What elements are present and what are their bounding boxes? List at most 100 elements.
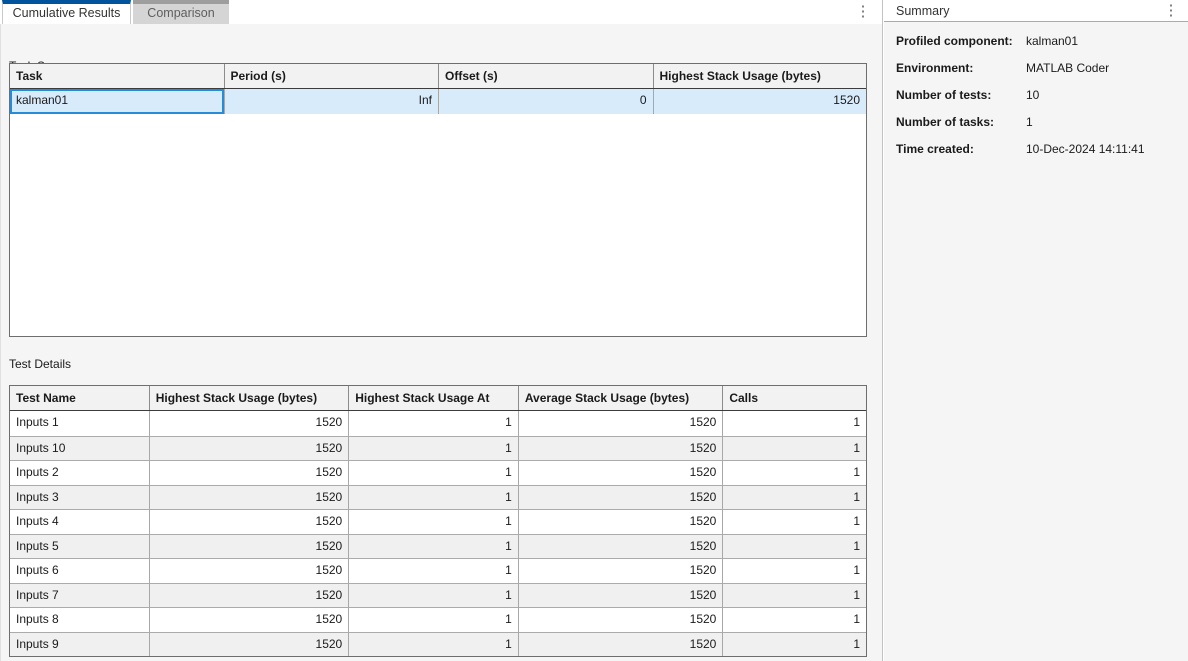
test-cell[interactable]: 1 <box>349 411 519 436</box>
test-cell[interactable]: 1520 <box>150 486 350 510</box>
test-cell[interactable]: 1 <box>723 411 866 436</box>
summary-field-value: MATLAB Coder <box>1026 61 1109 75</box>
summary-titlebar: Summary ⋮ <box>884 0 1188 22</box>
test-cell[interactable]: 1 <box>723 486 866 510</box>
test-row[interactable]: Inputs 61520115201 <box>10 558 866 583</box>
test-cell[interactable]: 1 <box>349 584 519 608</box>
kebab-menu-icon[interactable]: ⋮ <box>1162 2 1180 20</box>
summary-field-row: Number of tests:10 <box>896 88 1188 115</box>
test-cell[interactable]: Inputs 9 <box>10 633 150 657</box>
task-cell[interactable]: 1520 <box>654 89 867 114</box>
test-cell[interactable]: 1520 <box>519 486 724 510</box>
test-cell[interactable]: 1520 <box>519 535 724 559</box>
summary-field-row: Profiled component:kalman01 <box>896 34 1188 61</box>
summary-field-row: Environment:MATLAB Coder <box>896 61 1188 88</box>
test-cell[interactable]: 1520 <box>519 437 724 461</box>
test-row[interactable]: Inputs 21520115201 <box>10 460 866 485</box>
test-cell[interactable]: 1 <box>723 633 866 657</box>
test-details-column-header[interactable]: Calls <box>723 386 866 410</box>
test-cell[interactable]: 1 <box>723 437 866 461</box>
test-cell[interactable]: Inputs 5 <box>10 535 150 559</box>
test-details-heading: Test Details <box>9 357 71 371</box>
tab-cumulative-results[interactable]: Cumulative Results <box>2 0 131 24</box>
test-cell[interactable]: Inputs 10 <box>10 437 150 461</box>
test-row[interactable]: Inputs 101520115201 <box>10 436 866 461</box>
test-cell[interactable]: Inputs 7 <box>10 584 150 608</box>
test-cell[interactable]: 1520 <box>519 633 724 657</box>
test-details-column-header[interactable]: Test Name <box>10 386 150 410</box>
test-cell[interactable]: 1 <box>349 559 519 583</box>
results-tabbar: Cumulative Results Comparison ⋮ <box>0 0 882 24</box>
test-cell[interactable]: 1520 <box>519 584 724 608</box>
test-cell[interactable]: Inputs 1 <box>10 411 150 436</box>
summary-panel: Summary ⋮ Profiled component:kalman01Env… <box>884 0 1188 661</box>
test-row[interactable]: Inputs 91520115201 <box>10 632 866 657</box>
test-details-column-header[interactable]: Highest Stack Usage At <box>349 386 519 410</box>
task-cell[interactable]: 0 <box>439 89 654 114</box>
test-cell[interactable]: 1520 <box>519 559 724 583</box>
test-details-header-row: Test NameHighest Stack Usage (bytes)High… <box>10 386 866 411</box>
summary-field-value: 1 <box>1026 115 1033 129</box>
tab-comparison[interactable]: Comparison <box>133 0 229 24</box>
summary-field-label: Number of tasks: <box>896 115 1026 129</box>
summary-field-value: kalman01 <box>1026 34 1078 48</box>
test-cell[interactable]: 1520 <box>519 411 724 436</box>
task-summary-column-header[interactable]: Highest Stack Usage (bytes) <box>654 64 867 88</box>
test-cell[interactable]: 1 <box>723 559 866 583</box>
profiler-results-window: Cumulative Results Comparison ⋮ Task Sum… <box>0 0 1188 661</box>
task-summary-column-header[interactable]: Period (s) <box>225 64 440 88</box>
results-panel: Cumulative Results Comparison ⋮ Task Sum… <box>0 0 883 661</box>
test-cell[interactable]: 1 <box>723 535 866 559</box>
test-details-column-header[interactable]: Highest Stack Usage (bytes) <box>150 386 350 410</box>
test-cell[interactable]: 1 <box>349 535 519 559</box>
task-summary-column-header[interactable]: Offset (s) <box>439 64 654 88</box>
test-details-table: Test NameHighest Stack Usage (bytes)High… <box>9 385 867 657</box>
test-cell[interactable]: 1520 <box>519 510 724 534</box>
test-cell[interactable]: 1520 <box>150 535 350 559</box>
test-cell[interactable]: Inputs 8 <box>10 608 150 632</box>
test-row[interactable]: Inputs 11520115201 <box>10 411 866 436</box>
test-cell[interactable]: 1520 <box>150 510 350 534</box>
test-cell[interactable]: 1 <box>349 437 519 461</box>
test-cell[interactable]: 1 <box>723 584 866 608</box>
test-cell[interactable]: 1 <box>723 608 866 632</box>
test-cell[interactable]: 1520 <box>150 461 350 485</box>
test-cell[interactable]: 1520 <box>150 411 350 436</box>
summary-field-row: Number of tasks:1 <box>896 115 1188 142</box>
test-cell[interactable]: 1 <box>349 633 519 657</box>
test-cell[interactable]: Inputs 2 <box>10 461 150 485</box>
task-row[interactable]: kalman01Inf01520 <box>10 89 866 114</box>
test-cell[interactable]: 1520 <box>519 461 724 485</box>
test-cell[interactable]: Inputs 6 <box>10 559 150 583</box>
test-cell[interactable]: 1 <box>349 486 519 510</box>
test-details-column-header[interactable]: Average Stack Usage (bytes) <box>519 386 724 410</box>
test-row[interactable]: Inputs 41520115201 <box>10 509 866 534</box>
test-cell[interactable]: 1 <box>723 510 866 534</box>
task-cell[interactable]: kalman01 <box>10 89 225 114</box>
test-cell[interactable]: 1520 <box>150 608 350 632</box>
summary-field-label: Number of tests: <box>896 88 1026 102</box>
test-row[interactable]: Inputs 81520115201 <box>10 607 866 632</box>
summary-field-label: Time created: <box>896 142 1026 156</box>
test-cell[interactable]: 1 <box>349 608 519 632</box>
test-cell[interactable]: 1 <box>349 510 519 534</box>
results-content: Task Summary TaskPeriod (s)Offset (s)Hig… <box>0 24 882 661</box>
kebab-menu-icon[interactable]: ⋮ <box>854 3 872 21</box>
test-cell[interactable]: 1 <box>349 461 519 485</box>
summary-field-value: 10 <box>1026 88 1039 102</box>
test-cell[interactable]: Inputs 4 <box>10 510 150 534</box>
test-row[interactable]: Inputs 31520115201 <box>10 485 866 510</box>
task-cell[interactable]: Inf <box>225 89 440 114</box>
test-cell[interactable]: 1520 <box>150 437 350 461</box>
test-row[interactable]: Inputs 71520115201 <box>10 583 866 608</box>
test-cell[interactable]: 1520 <box>519 608 724 632</box>
test-cell[interactable]: 1 <box>723 461 866 485</box>
test-cell[interactable]: 1520 <box>150 559 350 583</box>
test-cell[interactable]: Inputs 3 <box>10 486 150 510</box>
test-cell[interactable]: 1520 <box>150 584 350 608</box>
test-cell[interactable]: 1520 <box>150 633 350 657</box>
summary-panel-title: Summary <box>896 4 949 18</box>
summary-field-label: Profiled component: <box>896 34 1026 48</box>
task-summary-column-header[interactable]: Task <box>10 64 225 88</box>
test-row[interactable]: Inputs 51520115201 <box>10 534 866 559</box>
